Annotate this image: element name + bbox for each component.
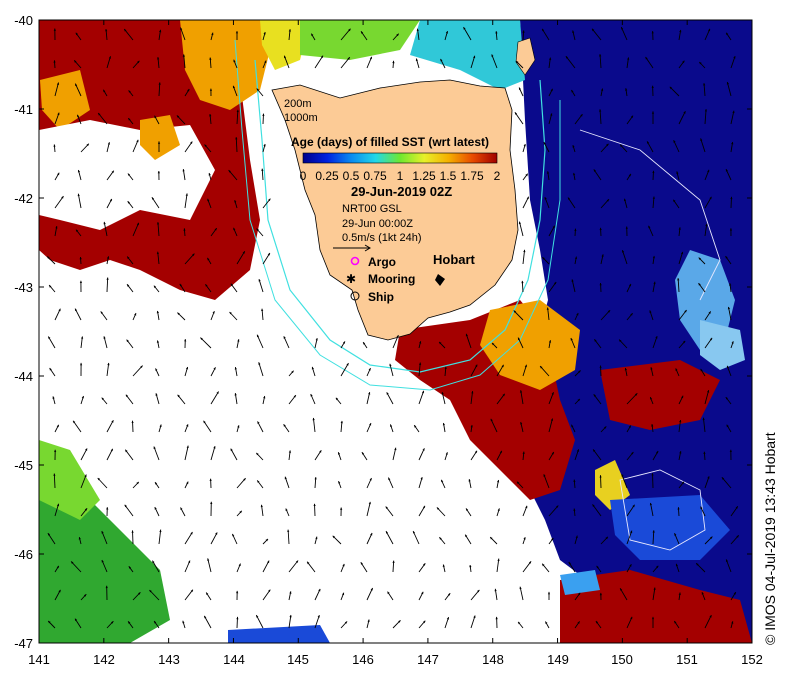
lon-tick-label: 146 xyxy=(352,652,374,667)
mooring-icon: ✱ xyxy=(346,272,356,286)
lat-tick-label: -47 xyxy=(14,636,33,651)
latitude-axis: -40 -41 -42 -43 -44 -45 -46 -47 xyxy=(14,13,33,651)
colorbar-label: 0.25 xyxy=(315,169,339,183)
longitude-axis: 141 142 143 144 145 146 147 148 149 150 … xyxy=(28,652,763,667)
colorbar-label: 1 xyxy=(397,169,404,183)
hobart-label: Hobart xyxy=(433,252,476,267)
colorbar-labels: 0 0.25 0.5 0.75 1 1.25 1.5 1.75 2 xyxy=(300,169,501,183)
lat-tick-label: -44 xyxy=(14,369,33,384)
colorbar-label: 2 xyxy=(494,169,501,183)
lon-tick-label: 147 xyxy=(417,652,439,667)
lon-tick-label: 149 xyxy=(547,652,569,667)
lon-tick-label: 150 xyxy=(611,652,633,667)
bathy-1000m-label: 1000m xyxy=(284,112,318,124)
colorbar-label: 0 xyxy=(300,169,307,183)
product-name: NRT00 GSL xyxy=(342,203,402,215)
map-field xyxy=(39,20,752,643)
lon-tick-label: 142 xyxy=(93,652,115,667)
lat-tick-label: -42 xyxy=(14,191,33,206)
colorbar-label: 1.5 xyxy=(440,169,457,183)
lon-tick-label: 143 xyxy=(158,652,180,667)
lon-tick-label: 141 xyxy=(28,652,50,667)
lat-tick-label: -40 xyxy=(14,13,33,28)
lon-tick-label: 145 xyxy=(287,652,309,667)
colorbar-label: 1.25 xyxy=(412,169,436,183)
sst-age-map: 141 142 143 144 145 146 147 148 149 150 … xyxy=(14,13,763,667)
colorbar-label: 1.75 xyxy=(460,169,484,183)
lat-tick-label: -43 xyxy=(14,280,33,295)
bathy-200m-label: 200m xyxy=(284,98,312,110)
copyright-credit: © IMOS 04-Jul-2019 13:43 Hobart xyxy=(762,432,778,645)
colorbar-label: 0.5 xyxy=(343,169,360,183)
colorbar-label: 0.75 xyxy=(363,169,387,183)
white-gap-west xyxy=(39,120,215,230)
lat-tick-label: -46 xyxy=(14,547,33,562)
lon-tick-label: 148 xyxy=(482,652,504,667)
vector-scale-label: 0.5m/s (1kt 24h) xyxy=(342,232,421,244)
lon-tick-label: 152 xyxy=(741,652,763,667)
current-vector xyxy=(652,473,654,489)
lat-tick-label: -45 xyxy=(14,458,33,473)
product-time: 29-Jun 00:00Z xyxy=(342,218,413,230)
mooring-label: Mooring xyxy=(368,272,415,286)
age-colorbar xyxy=(302,152,498,164)
map-date: 29-Jun-2019 02Z xyxy=(351,184,452,199)
lon-tick-label: 144 xyxy=(223,652,245,667)
lat-tick-label: -41 xyxy=(14,102,33,117)
ship-label: Ship xyxy=(368,290,394,304)
legend-title: Age (days) of filled SST (wrt latest) xyxy=(291,135,489,149)
lon-tick-label: 151 xyxy=(676,652,698,667)
argo-label: Argo xyxy=(368,255,396,269)
